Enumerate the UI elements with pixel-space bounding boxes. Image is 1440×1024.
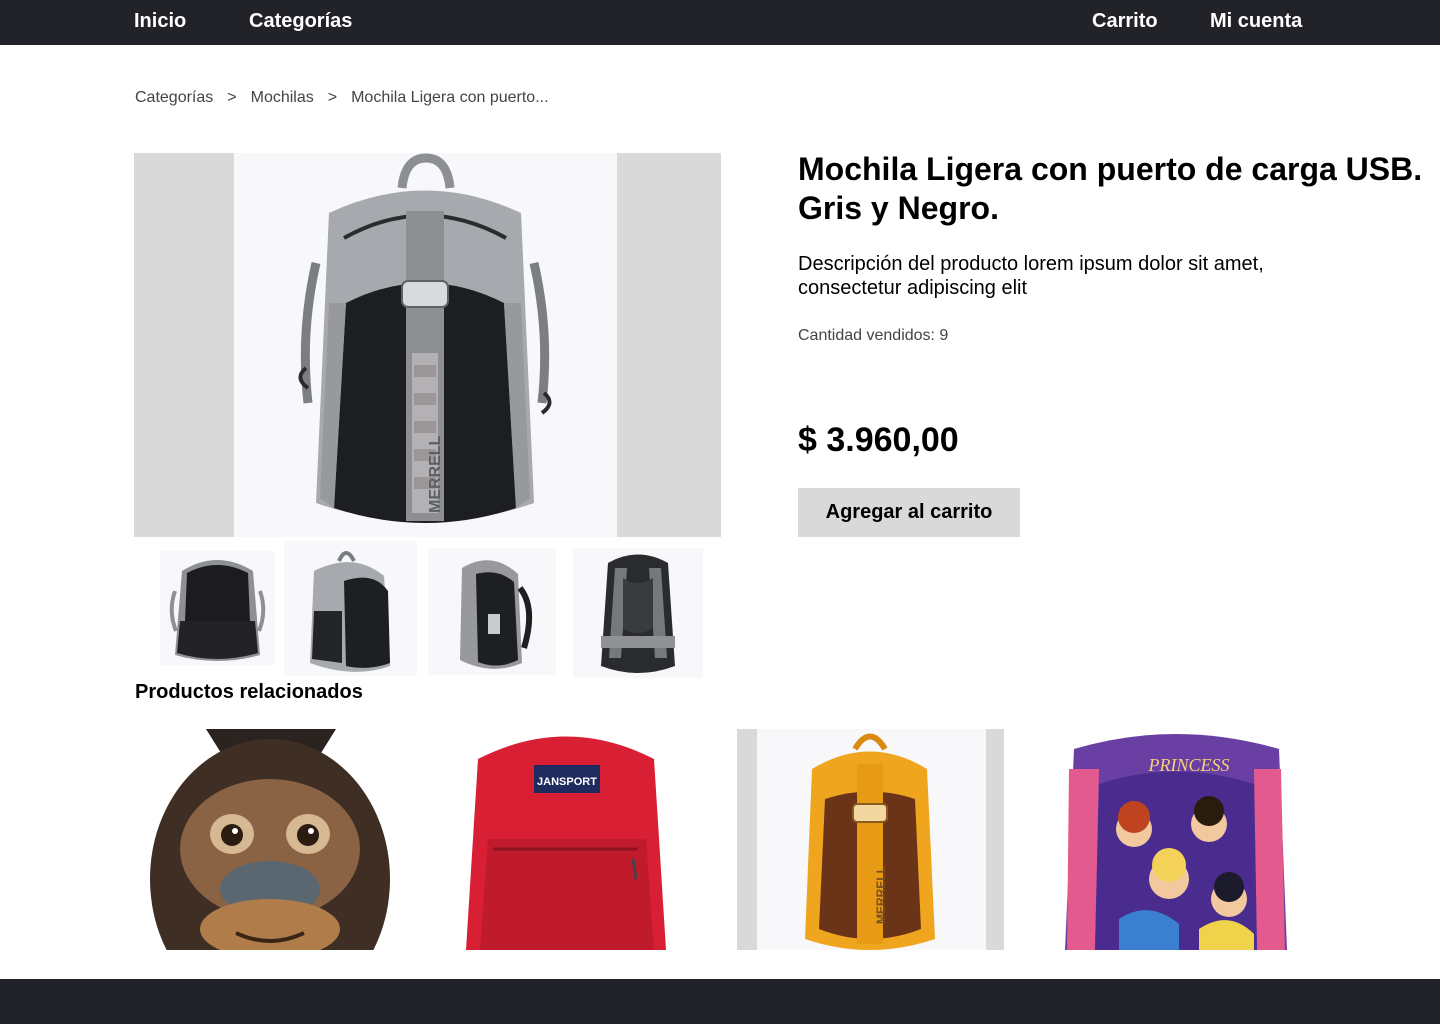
product-main-image: MERRELL [134, 153, 721, 537]
orange-brand-logo: MERRELL [874, 866, 888, 924]
nav-categories-link[interactable]: Categorías [249, 10, 352, 33]
breadcrumb-item-categories[interactable]: Categorías [135, 89, 213, 107]
thumbnail-back-view[interactable] [573, 548, 703, 678]
related-product-red-backpack[interactable]: JANSPORT [458, 729, 675, 950]
footer [0, 979, 1440, 1024]
related-product-orange-backpack[interactable]: MERRELL [737, 729, 1004, 950]
nav-account-link[interactable]: Mi cuenta [1210, 10, 1302, 33]
thumbnail-side-view[interactable] [284, 541, 417, 676]
breadcrumb-separator: > [327, 89, 338, 106]
thumbnail-open-view[interactable] [160, 551, 275, 665]
product-price: $ 3.960,00 [798, 421, 959, 459]
top-nav: Inicio Categorías Carrito Mi cuenta [0, 0, 1440, 45]
princess-logo: PRINCESS [1148, 755, 1230, 775]
backpack-gray-image: MERRELL [234, 153, 617, 537]
jansport-logo: JANSPORT [537, 776, 597, 788]
nav-home-link[interactable]: Inicio [134, 10, 186, 33]
breadcrumb-item-backpacks[interactable]: Mochilas [251, 89, 314, 107]
add-to-cart-button[interactable]: Agregar al carrito [798, 488, 1020, 537]
breadcrumb: Categorías > Mochilas > Mochila Ligera c… [135, 89, 549, 107]
product-title: Mochila Ligera con puerto de carga USB. … [798, 151, 1423, 226]
related-products-title: Productos relacionados [135, 681, 363, 703]
related-product-princess-backpack[interactable]: PRINCESS [1059, 729, 1292, 950]
breadcrumb-item-current[interactable]: Mochila Ligera con puerto... [351, 89, 548, 107]
sold-count: Cantidad vendidos: 9 [798, 327, 949, 344]
brand-logo: MERRELL [427, 435, 444, 513]
related-product-monkey-backpack[interactable] [136, 729, 403, 950]
nav-cart-link[interactable]: Carrito [1092, 10, 1158, 33]
product-description: Descripción del producto lorem ipsum dol… [798, 253, 1264, 299]
breadcrumb-separator: > [227, 89, 237, 106]
thumbnail-profile-view[interactable] [428, 548, 556, 675]
